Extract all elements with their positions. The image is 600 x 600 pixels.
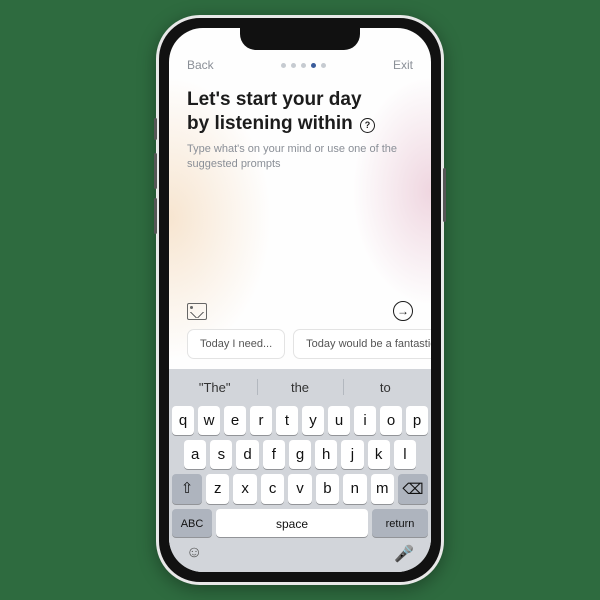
key-k[interactable]: k: [368, 440, 390, 469]
emoji-icon[interactable]: ☺: [186, 544, 202, 564]
key-g[interactable]: g: [289, 440, 311, 469]
shift-icon: ⇧: [181, 479, 194, 497]
content: Let's start your day by listening within…: [169, 78, 431, 172]
abc-key[interactable]: ABC: [172, 509, 212, 537]
title-line-1: Let's start your day: [187, 89, 362, 110]
step-dot: [281, 63, 286, 68]
keyboard-row-4: ABC space return: [172, 509, 428, 537]
key-l[interactable]: l: [394, 440, 416, 469]
key-z[interactable]: z: [206, 474, 229, 504]
key-q[interactable]: q: [172, 406, 194, 435]
step-indicator: [281, 63, 326, 68]
key-s[interactable]: s: [210, 440, 232, 469]
power-button: [443, 168, 446, 222]
key-m[interactable]: m: [371, 474, 394, 504]
keyboard-row-2: a s d f g h j k l: [172, 440, 428, 469]
keyboard-row-1: q w e r t y u i o p: [172, 406, 428, 435]
volume-down: [154, 198, 157, 234]
shift-key[interactable]: ⇧: [172, 474, 202, 504]
keyboard-bottom-bar: ☺ 🎤: [172, 542, 428, 564]
key-c[interactable]: c: [261, 474, 284, 504]
action-row: →: [169, 301, 431, 329]
submit-button[interactable]: →: [393, 301, 413, 321]
keyboard-row-3: ⇧ z x c v b n m ⌫: [172, 474, 428, 504]
text-input-area[interactable]: [169, 172, 431, 301]
prompt-chips: Today I need... Today would be a fantast…: [169, 329, 431, 369]
arrow-right-icon: →: [397, 304, 409, 318]
suggestion[interactable]: "The": [172, 373, 257, 401]
keyboard: "The" the to q w e r t y u i o p a s d f: [169, 369, 431, 572]
back-button[interactable]: Back: [187, 58, 214, 72]
key-p[interactable]: p: [406, 406, 428, 435]
help-icon[interactable]: ?: [360, 118, 375, 133]
mic-icon[interactable]: 🎤: [394, 544, 414, 564]
space-key[interactable]: space: [216, 509, 368, 537]
suggestion[interactable]: the: [257, 373, 342, 401]
subtitle: Type what's on your mind or use one of t…: [187, 142, 397, 173]
key-h[interactable]: h: [315, 440, 337, 469]
key-j[interactable]: j: [341, 440, 363, 469]
mute-switch: [154, 118, 157, 140]
key-x[interactable]: x: [233, 474, 256, 504]
key-e[interactable]: e: [224, 406, 246, 435]
key-t[interactable]: t: [276, 406, 298, 435]
step-dot: [291, 63, 296, 68]
key-o[interactable]: o: [380, 406, 402, 435]
return-key[interactable]: return: [372, 509, 428, 537]
backspace-key[interactable]: ⌫: [398, 474, 428, 504]
step-dot: [301, 63, 306, 68]
key-y[interactable]: y: [302, 406, 324, 435]
title-line-2: by listening within: [187, 113, 353, 134]
step-dot: [321, 63, 326, 68]
step-dot-active: [311, 63, 316, 68]
screen: Back Exit Let's start your day by listen…: [169, 28, 431, 572]
key-b[interactable]: b: [316, 474, 339, 504]
volume-up: [154, 153, 157, 189]
page-title: Let's start your day by listening within…: [187, 88, 413, 136]
key-n[interactable]: n: [343, 474, 366, 504]
key-f[interactable]: f: [263, 440, 285, 469]
prompt-chip[interactable]: Today would be a fantastic: [293, 329, 431, 359]
suggestion[interactable]: to: [343, 373, 428, 401]
notch: [240, 28, 360, 50]
key-a[interactable]: a: [184, 440, 206, 469]
image-icon[interactable]: [187, 303, 207, 320]
key-d[interactable]: d: [236, 440, 258, 469]
key-r[interactable]: r: [250, 406, 272, 435]
key-u[interactable]: u: [328, 406, 350, 435]
key-i[interactable]: i: [354, 406, 376, 435]
exit-button[interactable]: Exit: [393, 58, 413, 72]
prompt-chip[interactable]: Today I need...: [187, 329, 285, 359]
key-w[interactable]: w: [198, 406, 220, 435]
phone-frame: Back Exit Let's start your day by listen…: [156, 15, 444, 585]
key-v[interactable]: v: [288, 474, 311, 504]
keyboard-suggestions: "The" the to: [172, 373, 428, 401]
